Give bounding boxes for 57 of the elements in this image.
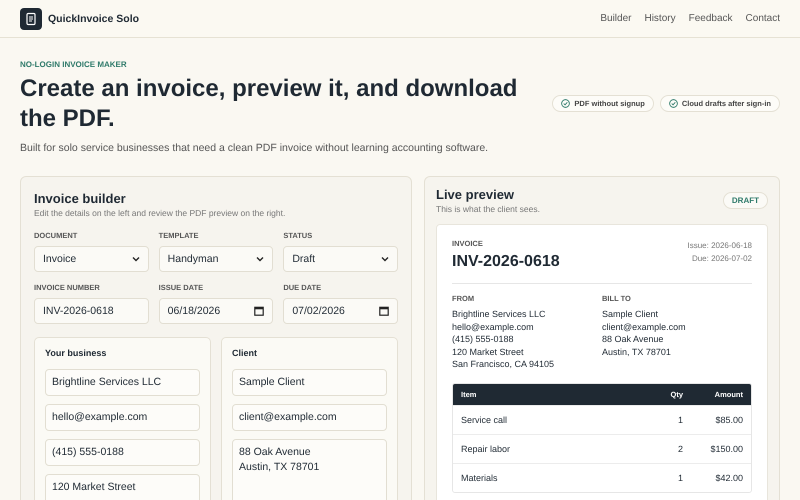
calendar-icon — [254, 306, 264, 316]
address-line: (415) 555-0188 — [452, 333, 515, 346]
select-field[interactable]: Invoice — [34, 246, 149, 272]
address-line: Sample Client — [602, 308, 660, 320]
input-field[interactable]: INV-2026-0618 — [34, 298, 149, 324]
table-cell-text: Repair labor — [461, 444, 512, 454]
check-circle-icon — [561, 99, 570, 108]
table-cell-text: 1 — [676, 414, 683, 424]
table-cell-text: Service call — [461, 414, 508, 424]
address-line: Brightline Services LLC — [452, 308, 547, 320]
textarea-field[interactable]: 120 Market Street — [45, 474, 200, 500]
document-logo-icon — [20, 8, 42, 30]
panel-title: Your business — [45, 348, 108, 358]
nav-link[interactable]: Feedback — [688, 13, 733, 24]
nav-link[interactable]: Builder — [600, 13, 632, 24]
page-heading: Create an invoice, preview it, and download the PDF. — [20, 74, 518, 134]
date-field[interactable]: 06/18/2026 — [158, 298, 274, 324]
address-line: client@example.com — [602, 320, 687, 333]
eyebrow-label: NO-LOGIN INVOICE MAKER — [20, 60, 128, 68]
table-cell-text: $150.00 — [709, 444, 743, 454]
textarea-field[interactable]: 88 Oak Avenue Austin, TX 78701 — [232, 439, 387, 500]
date-field[interactable]: 07/02/2026 — [283, 298, 398, 324]
input-field[interactable]: Sample Client — [232, 369, 387, 396]
address-line: hello@example.com — [452, 320, 535, 333]
due-date: Due: 2026-07-02 — [690, 253, 752, 265]
table-cell-text: 2 — [676, 444, 683, 454]
card-subtitle: This is what the client sees. — [436, 204, 540, 214]
input-field[interactable]: hello@example.com — [45, 404, 200, 431]
chevron-down-icon — [256, 256, 264, 262]
chevron-down-icon — [380, 256, 389, 262]
calendar-icon — [378, 306, 389, 316]
status-badge: DRAFT — [722, 192, 768, 209]
table-cell-text: 1 — [676, 472, 683, 482]
card-title: Live preview — [436, 187, 516, 202]
address-line: Austin, TX 78701 — [602, 346, 672, 358]
input-field[interactable]: client@example.com — [232, 404, 387, 431]
nav-link[interactable]: History — [644, 13, 676, 24]
input-field[interactable]: Brightline Services LLC — [45, 369, 200, 396]
check-circle-icon — [668, 99, 678, 108]
table-cell-text: $42.00 — [714, 472, 743, 482]
address-line: 88 Oak Avenue — [602, 333, 664, 346]
invoice-number: INV-2026-0618 — [452, 253, 560, 271]
address-line: San Francisco, CA 94105 — [452, 358, 556, 370]
brand-name: QuickInvoice Solo — [48, 12, 140, 24]
table-cell-text: $85.00 — [714, 414, 743, 424]
chevron-down-icon — [132, 256, 140, 262]
nav-link[interactable]: Contact — [746, 13, 780, 24]
select-field[interactable]: Handyman — [158, 246, 274, 272]
page-subtitle: Built for solo service businesses that need a clean PDF invoice without learning accounting software. — [20, 142, 490, 154]
input-field[interactable]: (415) 555-0188 — [45, 439, 200, 466]
card-subtitle: Edit the details on the left and review the PDF preview on the right. — [34, 208, 286, 218]
address-line: 120 Market Street — [452, 346, 525, 358]
select-field[interactable]: Draft — [283, 246, 398, 272]
issue-date: Issue: 2026-06-18 — [688, 240, 752, 252]
card-title: Invoice builder — [34, 191, 127, 206]
panel-title: Client — [232, 348, 258, 358]
table-cell-text: Materials — [461, 472, 499, 482]
